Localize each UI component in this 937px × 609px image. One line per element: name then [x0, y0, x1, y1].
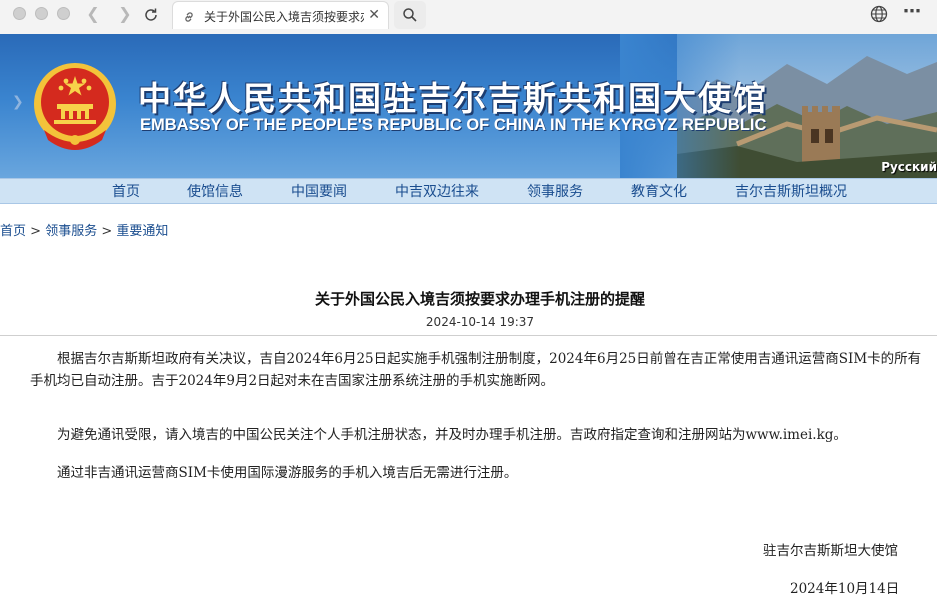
embassy-title-en: EMBASSY OF THE PEOPLE'S REPUBLIC OF CHIN…: [140, 116, 767, 134]
article-paragraph-2: 为避免通讯受限，请入境吉的中国公民关注个人手机注册状态，并及时办理手机注册。吉政…: [57, 427, 847, 443]
language-link-russian[interactable]: Русский: [881, 160, 937, 174]
nav-item-education[interactable]: 教育文化: [631, 181, 687, 201]
breadcrumb-separator: >: [26, 224, 46, 239]
article-date: 2024-10-14 19:37: [425, 315, 535, 329]
national-emblem-icon: [34, 63, 116, 150]
forward-icon[interactable]: ❯: [116, 4, 134, 24]
nav-item-embassy-info[interactable]: 使馆信息: [187, 181, 243, 201]
close-icon[interactable]: ✕: [368, 7, 380, 23]
breadcrumb-section[interactable]: 领事服务: [45, 224, 97, 239]
browser-toolbar: ❮ ❯ 关于外国公民入境吉须按要求办理手机 ✕ ⋯: [0, 0, 937, 35]
reload-icon[interactable]: [142, 4, 160, 24]
search-button[interactable]: [394, 1, 426, 29]
breadcrumb-home[interactable]: 首页: [0, 224, 26, 239]
nav-item-consular[interactable]: 领事服务: [527, 181, 583, 201]
article-title: 关于外国公民入境吉须按要求办理手机注册的提醒: [314, 290, 645, 308]
breadcrumb: 首页 > 领事服务 > 重要通知: [0, 220, 168, 239]
breadcrumb-separator: >: [97, 224, 117, 239]
chevron-right-icon: ❯: [12, 94, 24, 110]
site-banner: ❯ 中华人民共和国驻吉尔吉斯共和国大使馆 EMBASSY OF THE PEOP…: [0, 34, 937, 178]
window-maximize-dot[interactable]: [57, 7, 70, 20]
article-paragraph-1: 根据吉尔吉斯斯坦政府有关决议，吉自2024年6月25日起实施手机强制注册制度，2…: [30, 351, 922, 389]
link-icon: [182, 9, 196, 28]
main-nav: 首页 使馆信息 中国要闻 中吉双边往来 领事服务 教育文化 吉尔吉斯斯坦概况: [0, 178, 937, 204]
article-sign-date: 2024年10月14日: [790, 581, 900, 597]
embassy-title-cn: 中华人民共和国驻吉尔吉斯共和国大使馆: [138, 79, 768, 118]
window-minimize-dot[interactable]: [35, 7, 48, 20]
more-icon[interactable]: ⋯: [902, 3, 922, 24]
nav-item-kyrgyzstan-overview[interactable]: 吉尔吉斯斯坦概况: [735, 181, 847, 201]
divider: [0, 335, 937, 336]
article-signature: 驻吉尔吉斯斯坦大使馆: [763, 543, 898, 559]
nav-item-china-news[interactable]: 中国要闻: [291, 181, 347, 201]
browser-tab[interactable]: 关于外国公民入境吉须按要求办理手机 ✕: [172, 1, 389, 29]
article-paragraph-3: 通过非吉通讯运营商SIM卡使用国际漫游服务的手机入境吉后无需进行注册。: [57, 465, 518, 481]
window-close-dot[interactable]: [13, 7, 26, 20]
breadcrumb-page[interactable]: 重要通知: [116, 224, 168, 239]
search-icon: [403, 8, 417, 22]
tab-title: 关于外国公民入境吉须按要求办理手机: [204, 10, 364, 24]
back-icon[interactable]: ❮: [84, 4, 102, 24]
nav-item-home[interactable]: 首页: [112, 181, 140, 201]
nav-item-bilateral[interactable]: 中吉双边往来: [395, 181, 479, 201]
globe-icon[interactable]: [869, 4, 889, 24]
